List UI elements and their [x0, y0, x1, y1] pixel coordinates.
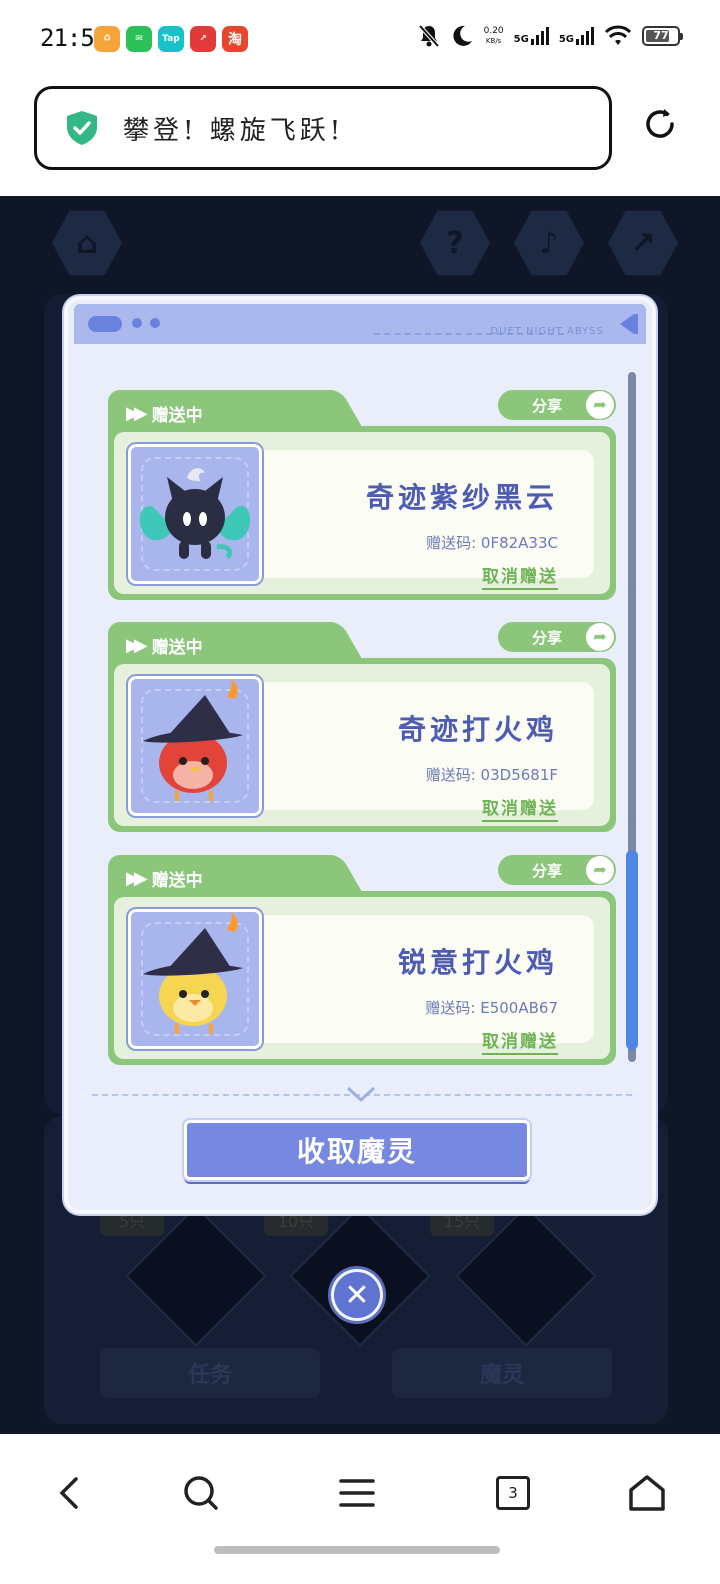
black-cat-pet-icon — [139, 468, 251, 560]
collapse-bar — [634, 314, 638, 334]
signal-1: 5G — [514, 27, 549, 45]
share-label: 分享 — [532, 396, 563, 415]
cancel-gift-button[interactable]: 取消赠送 — [482, 562, 558, 590]
app-notification-icon: ♻ — [94, 26, 120, 52]
scrollbar-thumb[interactable] — [626, 850, 638, 1050]
share-label: 分享 — [532, 861, 563, 880]
forward-arrows-icon: ▶▶ — [126, 402, 148, 424]
gift-status-label: 赠送中 — [151, 870, 203, 891]
share-arrow-icon: ➦ — [586, 391, 614, 419]
taptap-icon: Tap — [158, 26, 184, 52]
help-icon[interactable]: ? — [420, 210, 490, 276]
header-dot — [132, 318, 142, 328]
signal-2: 5G — [559, 27, 594, 45]
news-app-icon: ↗ — [190, 26, 216, 52]
forward-arrows-icon: ▶▶ — [126, 634, 148, 656]
menu-button[interactable] — [332, 1468, 382, 1518]
pet-portrait — [128, 676, 262, 816]
modal-header: DUET NIGHT ABYSS — [74, 304, 646, 344]
tabs-icon: 3 — [496, 1476, 530, 1510]
gift-card: ▶▶ 赠送中 分享 ➦ 奇迹打火鸡 赠送码: 03D5681F 取消赠送 — [108, 622, 616, 832]
task-tab: 任务 — [100, 1348, 320, 1398]
gift-modal: DUET NIGHT ABYSS ▶▶ 赠送中 分享 ➦ 奇迹紫纱黑云 赠送码: 0… — [64, 296, 656, 1214]
battery-icon: 77 — [642, 26, 683, 46]
gift-card-body: 奇迹打火鸡 赠送码: 03D5681F 取消赠送 — [108, 658, 616, 832]
yellow-bird-pet-icon — [143, 912, 243, 1034]
wifi-icon — [604, 25, 632, 45]
share-arrow-icon: ➦ — [586, 623, 614, 651]
system-icons: 0.20 KB/s 5G 5G 77 — [418, 24, 683, 48]
spirit-tab: 魔灵 — [392, 1348, 612, 1398]
reload-icon[interactable] — [640, 104, 680, 144]
gift-info-panel: 奇迹打火鸡 赠送码: 03D5681F 取消赠送 — [232, 682, 594, 822]
pet-portrait — [128, 444, 262, 584]
gift-status-label: 赠送中 — [151, 637, 203, 658]
gift-info-panel: 锐意打火鸡 赠送码: E500AB67 取消赠送 — [232, 915, 594, 1055]
share-button[interactable]: 分享 ➦ — [498, 390, 616, 420]
browser-nav-bar: 3 — [0, 1434, 720, 1584]
home-icon[interactable]: ⌂ — [52, 210, 122, 276]
pet-portrait — [128, 909, 262, 1049]
gift-card-body: 奇迹紫纱黑云 赠送码: 0F82A33C 取消赠送 — [108, 426, 616, 600]
share-button[interactable]: 分享 ➦ — [498, 855, 616, 885]
gesture-bar[interactable] — [214, 1546, 500, 1554]
header-decor — [88, 316, 122, 332]
collapse-icon — [620, 314, 634, 334]
gift-code: 赠送码: E500AB67 — [425, 999, 558, 1017]
menu-icon — [339, 1479, 375, 1507]
share-button[interactable]: 分享 ➦ — [498, 622, 616, 652]
mute-bell-icon — [418, 24, 440, 48]
gift-status-label: 赠送中 — [151, 405, 203, 426]
secure-shield-icon — [67, 111, 97, 145]
gift-card: ▶▶ 赠送中 分享 ➦ 奇迹紫纱黑云 赠送码: 0F82A33C 取消赠送 — [108, 390, 616, 600]
back-icon — [59, 1477, 78, 1509]
header-dot — [150, 318, 160, 328]
search-icon — [184, 1476, 218, 1510]
home-nav-icon — [629, 1475, 665, 1511]
header-brand-text: DUET NIGHT ABYSS — [490, 326, 604, 337]
status-bar: 21:58 ♻ ✉ Tap ↗ 淘 0.20 KB/s 5G 5G 77 — [0, 0, 720, 80]
cancel-gift-button[interactable]: 取消赠送 — [482, 1027, 558, 1055]
gift-info-panel: 奇迹紫纱黑云 赠送码: 0F82A33C 取消赠送 — [232, 450, 594, 590]
search-button[interactable] — [176, 1468, 226, 1518]
share-label: 分享 — [532, 628, 563, 647]
moon-icon — [453, 25, 472, 46]
cancel-gift-button[interactable]: 取消赠送 — [482, 794, 558, 822]
music-icon[interactable]: ♪ — [514, 210, 584, 276]
gift-card: ▶▶ 赠送中 分享 ➦ 锐意打火鸡 赠送码: E500AB67 取消赠送 — [108, 855, 616, 1065]
notification-app-icons: ♻ ✉ Tap ↗ 淘 — [94, 26, 248, 52]
share-arrow-icon: ➦ — [586, 856, 614, 884]
taobao-icon: 淘 — [222, 26, 248, 52]
wechat-icon: ✉ — [126, 26, 152, 52]
gift-card-body: 锐意打火鸡 赠送码: E500AB67 取消赠送 — [108, 891, 616, 1065]
home-button[interactable] — [622, 1468, 672, 1518]
browser-toolbar: 攀登! 螺旋飞跃! — [0, 80, 720, 196]
gift-code: 赠送码: 0F82A33C — [426, 534, 558, 552]
share-game-icon[interactable]: ↗ — [608, 210, 678, 276]
gift-code: 赠送码: 03D5681F — [425, 766, 558, 784]
red-bird-pet-icon — [143, 679, 243, 801]
page-title: 攀登! 螺旋飞跃! — [123, 115, 345, 146]
close-modal-button[interactable]: ✕ — [328, 1266, 386, 1324]
address-bar[interactable]: 攀登! 螺旋飞跃! — [34, 86, 612, 170]
pet-name: 锐意打火鸡 — [397, 946, 558, 979]
chevron-down-icon — [346, 1086, 376, 1103]
network-speed: 0.20 KB/s — [483, 26, 504, 45]
close-icon: ✕ — [334, 1272, 380, 1318]
back-button[interactable] — [44, 1468, 94, 1518]
pet-name: 奇迹打火鸡 — [397, 713, 558, 746]
collect-spirit-button[interactable]: 收取魔灵 — [184, 1120, 530, 1180]
pet-name: 奇迹紫纱黑云 — [365, 481, 558, 514]
tabs-button[interactable]: 3 — [488, 1468, 538, 1518]
forward-arrows-icon: ▶▶ — [126, 867, 148, 889]
